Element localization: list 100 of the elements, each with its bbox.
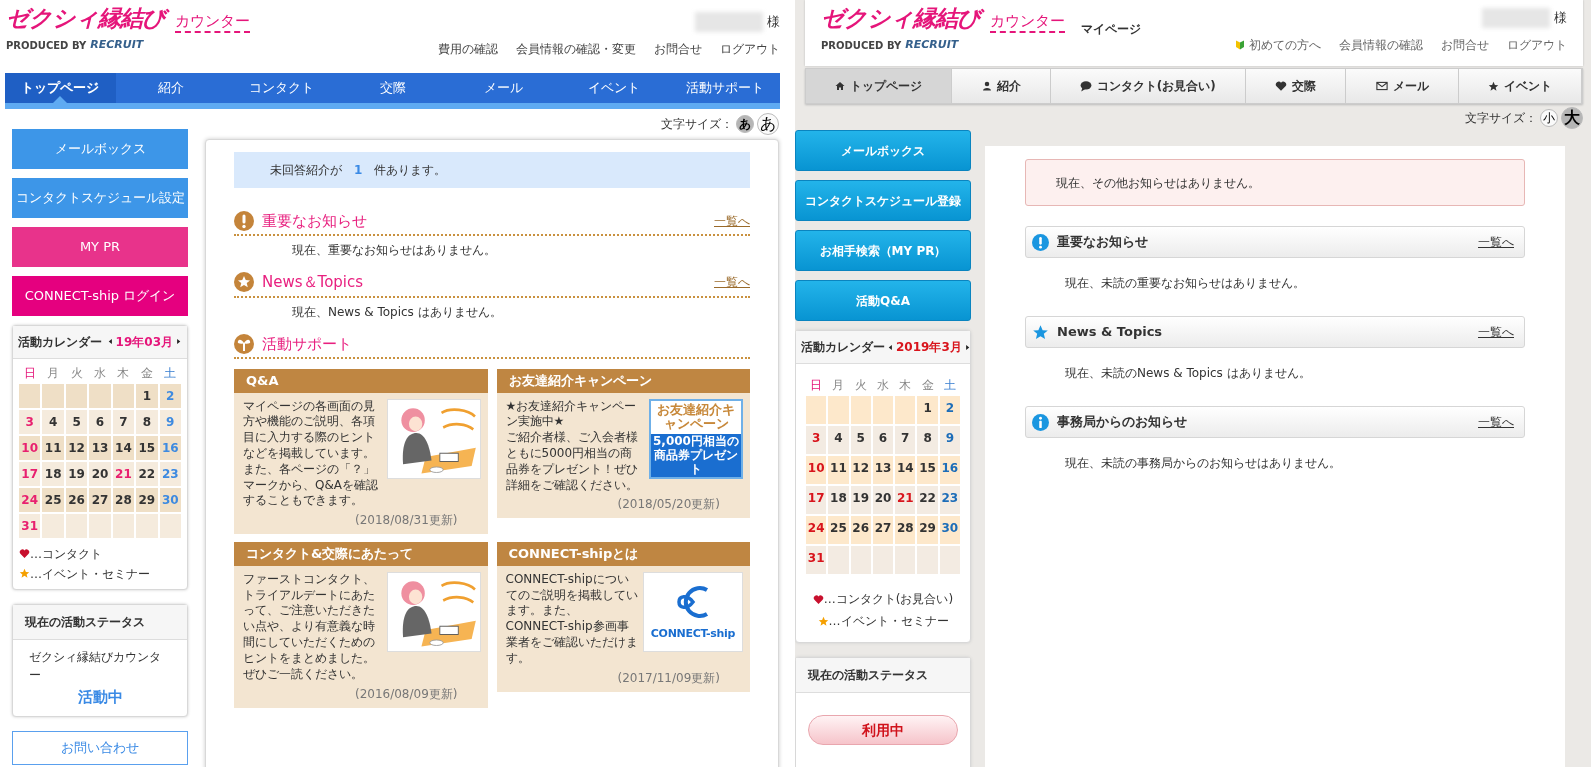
header-link[interactable]: ログアウト <box>720 40 780 58</box>
card-text: ★お友達紹介キャンペーン実施中★ ご紹介者様、ご入会者様ともに5000円相当の商品券をプレゼント！ぜひ詳細をご確認ください。 <box>505 398 639 494</box>
calendar-day[interactable]: 17 <box>806 486 827 514</box>
calendar-day[interactable]: 29 <box>136 487 158 512</box>
calendar-day[interactable]: 19 <box>850 486 871 514</box>
calendar-day[interactable]: 4 <box>42 409 64 434</box>
sidebar-button[interactable]: CONNECT-ship ログイン <box>12 275 188 316</box>
nav-tab[interactable]: 紹介 <box>115 73 227 103</box>
calendar-day[interactable]: 7 <box>895 426 916 454</box>
calendar-day[interactable]: 31 <box>806 546 827 574</box>
font-size-button[interactable]: 小 <box>1540 109 1558 127</box>
calendar-day[interactable]: 27 <box>89 487 111 512</box>
nav-tab[interactable]: コンタクト(お見合い) <box>1050 69 1246 103</box>
list-link[interactable]: 一覧へ <box>1478 233 1514 251</box>
heart-icon <box>19 548 30 559</box>
calendar-day[interactable]: 20 <box>89 461 111 486</box>
nav-tab[interactable]: イベント <box>1458 69 1583 103</box>
calendar-day[interactable]: 13 <box>872 456 894 484</box>
nav-tab[interactable]: メール <box>447 73 559 103</box>
calendar-day[interactable]: 30 <box>939 516 960 544</box>
header-link[interactable]: お問合せ <box>1441 36 1489 54</box>
calendar-day[interactable]: 20 <box>872 486 894 514</box>
calendar-day[interactable]: 8 <box>917 426 938 454</box>
calendar-day[interactable]: 13 <box>89 435 111 460</box>
campaign-banner[interactable]: お友達紹介キャンペーン 5,000円相当の商品券プレゼント <box>649 398 743 479</box>
calendar-day[interactable]: 22 <box>917 486 938 514</box>
beginner-link[interactable]: 初めての方へ <box>1235 36 1321 54</box>
calendar-day[interactable]: 31 <box>19 513 41 538</box>
calendar-day[interactable]: 14 <box>112 435 135 460</box>
calendar-day[interactable]: 25 <box>42 487 64 512</box>
calendar-day[interactable]: 29 <box>917 516 938 544</box>
header-link[interactable]: 会員情報の確認・変更 <box>516 40 636 58</box>
calendar-title: 活動カレンダー <box>801 339 885 356</box>
calendar-day[interactable]: 12 <box>850 456 871 484</box>
font-size-label: 文字サイズ： <box>1465 110 1537 127</box>
calendar-day[interactable]: 26 <box>850 516 871 544</box>
calendar-day[interactable]: 17 <box>19 461 41 486</box>
calendar-day[interactable]: 15 <box>136 435 158 460</box>
calendar-day[interactable]: 5 <box>65 409 88 434</box>
calendar-day[interactable]: 18 <box>828 486 849 514</box>
calendar-day[interactable]: 12 <box>65 435 88 460</box>
calendar-day[interactable]: 10 <box>806 456 827 484</box>
inquiry-button[interactable]: お問い合わせ <box>12 731 188 765</box>
calendar-day[interactable]: 21 <box>895 486 916 514</box>
nav-tab[interactable]: 交際 <box>1246 69 1347 103</box>
calendar-day[interactable]: 23 <box>939 486 960 514</box>
nav-tab[interactable]: 紹介 <box>952 69 1051 103</box>
list-link[interactable]: 一覧へ <box>1478 413 1514 431</box>
nav-tab[interactable]: トップページ <box>806 69 953 103</box>
calendar-day[interactable]: 7 <box>112 409 135 434</box>
calendar-day[interactable]: 22 <box>136 461 158 486</box>
font-size-button[interactable]: あ <box>736 114 754 133</box>
calendar-day[interactable]: 15 <box>917 456 938 484</box>
calendar-day[interactable]: 19 <box>65 461 88 486</box>
calendar-day[interactable]: 4 <box>828 426 849 454</box>
calendar-day[interactable]: 25 <box>828 516 849 544</box>
section-message: 現在、未読のNews & Topics はありません。 <box>1064 365 1312 382</box>
calendar-day[interactable]: 5 <box>850 426 871 454</box>
calendar-day[interactable]: 8 <box>136 409 158 434</box>
header-link[interactable]: ログアウト <box>1507 36 1567 54</box>
calendar-day[interactable]: 27 <box>872 516 894 544</box>
logo-text: CONNECT-ship <box>650 625 736 642</box>
calendar-day[interactable]: 1 <box>136 383 158 408</box>
calendar-day[interactable]: 26 <box>65 487 88 512</box>
calendar-day[interactable]: 14 <box>895 456 916 484</box>
font-size-button[interactable]: 大 <box>1561 107 1583 129</box>
nav-tab[interactable]: 交際 <box>337 73 448 103</box>
header-link[interactable]: 会員情報の確認 <box>1339 36 1423 54</box>
calendar-day[interactable]: 28 <box>112 487 135 512</box>
link-text: 初めての方へ <box>1249 37 1321 54</box>
calendar-day[interactable]: 18 <box>42 461 64 486</box>
calendar-day[interactable]: 6 <box>89 409 111 434</box>
calendar-day[interactable]: 9 <box>939 426 960 454</box>
list-link[interactable]: 一覧へ <box>1478 323 1514 341</box>
calendar-day[interactable]: 2 <box>939 396 960 424</box>
calendar-day[interactable]: 11 <box>828 456 849 484</box>
legend-text: …コンタクト <box>30 545 102 563</box>
nav-tab[interactable]: コンタクト <box>226 73 338 103</box>
list-link[interactable]: 一覧へ <box>714 273 750 292</box>
calendar-day[interactable]: 16 <box>939 456 960 484</box>
envelope-icon <box>1375 80 1388 92</box>
calendar-day[interactable]: 21 <box>112 461 135 486</box>
header-link[interactable]: 費用の確認 <box>438 40 498 58</box>
header-link[interactable]: お問合せ <box>654 40 702 58</box>
calendar-day[interactable]: 28 <box>895 516 916 544</box>
calendar-day[interactable]: 3 <box>806 426 827 454</box>
legend-text: …コンタクト(お見合い) <box>823 591 954 608</box>
calendar-day[interactable]: 1 <box>917 396 938 424</box>
nav-tab[interactable]: メール <box>1346 69 1459 103</box>
calendar-day[interactable]: 24 <box>806 516 827 544</box>
nav-tab[interactable]: イベント <box>558 73 670 103</box>
nav-tab[interactable]: トップページ <box>5 73 116 103</box>
sidebar-button[interactable]: MY PR <box>12 226 188 267</box>
calendar-day[interactable]: 6 <box>872 426 894 454</box>
calendar-day[interactable]: 3 <box>19 409 41 434</box>
list-link[interactable]: 一覧へ <box>714 211 750 230</box>
calendar-day[interactable]: 11 <box>42 435 64 460</box>
nav-tab[interactable]: 活動サポート <box>669 73 781 103</box>
status-button[interactable]: 利用中 <box>808 715 958 745</box>
font-size-button[interactable]: あ <box>757 112 779 135</box>
